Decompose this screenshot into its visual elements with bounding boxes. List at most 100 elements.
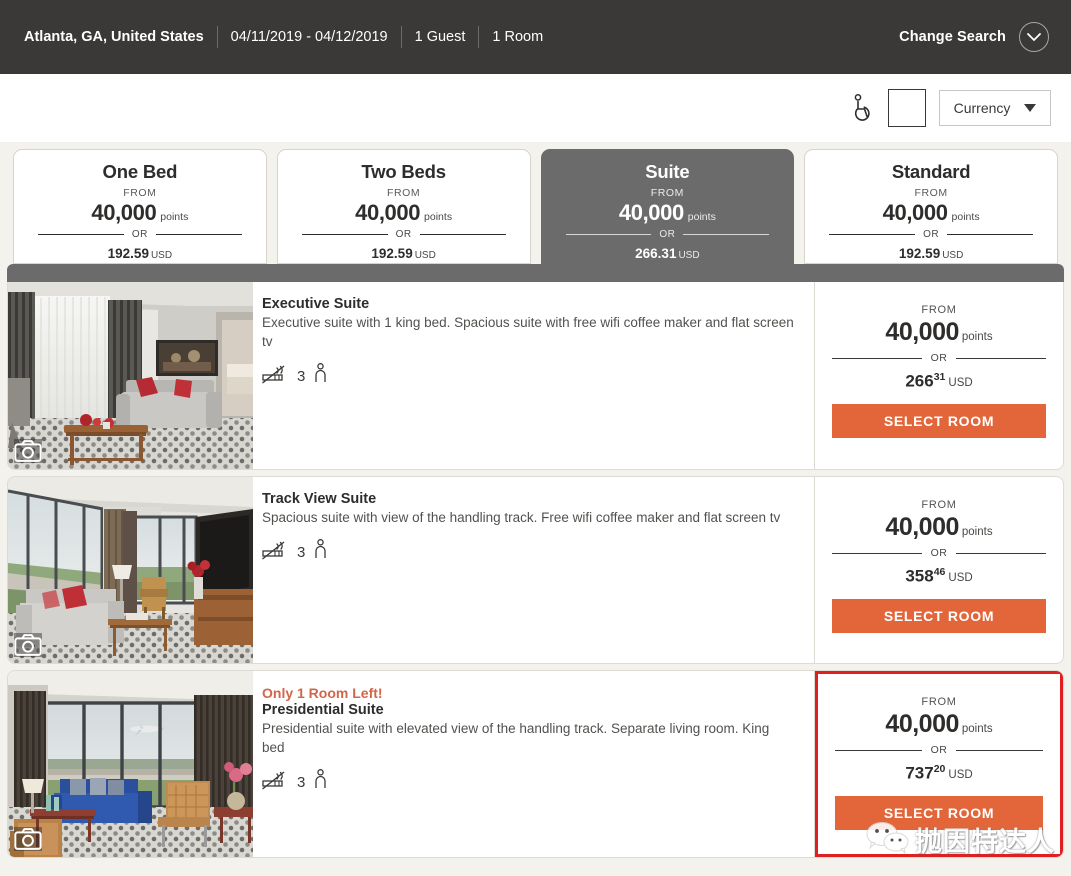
- change-search-button[interactable]: Change Search: [899, 29, 1006, 45]
- occupancy-count: 3: [297, 544, 306, 561]
- search-summary-fields: Atlanta, GA, United States 04/11/2019 - …: [24, 26, 899, 48]
- person-icon: [314, 363, 327, 390]
- tab-from-label: FROM: [650, 187, 685, 199]
- room-details: Only 1 Room Left! Presidential Suite Pre…: [253, 671, 815, 857]
- wheelchair-accessible-icon[interactable]: [847, 92, 875, 124]
- divider-line: [832, 357, 922, 359]
- price-currency: USD: [948, 572, 973, 585]
- tab-points: 40,000 points: [829, 200, 1033, 226]
- tab-from-label: FROM: [914, 187, 948, 199]
- price-or-divider: OR: [835, 744, 1043, 756]
- tab-title: One Bed: [102, 161, 178, 182]
- select-room-button[interactable]: SELECT ROOM: [832, 404, 1046, 439]
- caret-down-icon: [1024, 104, 1037, 112]
- tab-price-value: 192.59: [107, 246, 149, 261]
- tab-one-bed[interactable]: One Bed FROM 40,000 points OR 192.59 USD: [13, 149, 267, 264]
- divider-line: [155, 234, 242, 235]
- price-cents: 20: [933, 763, 946, 775]
- tab-cash-price: 266.31 USD: [566, 245, 770, 263]
- camera-icon[interactable]: [14, 633, 42, 657]
- tab-price-value: 192.59: [898, 246, 941, 261]
- price-points-value: 40,000: [885, 318, 959, 346]
- price-cents: 31: [933, 371, 946, 383]
- room-photo[interactable]: [8, 282, 253, 469]
- divider-line: [829, 234, 916, 235]
- or-label: OR: [395, 229, 412, 240]
- availability-warning: Only 1 Room Left!: [262, 685, 383, 701]
- room-description: Spacious suite with view of the handling…: [262, 510, 781, 525]
- room-description: Presidential suite with elevated view of…: [262, 721, 770, 755]
- search-guests: 1 Guest: [414, 28, 466, 45]
- room-list: Executive Suite Executive suite with 1 k…: [0, 282, 1071, 858]
- tab-two-beds[interactable]: Two Beds FROM 40,000 points OR 192.59 USD: [276, 149, 531, 264]
- divider-line: [956, 749, 1043, 751]
- select-room-button[interactable]: SELECT ROOM: [835, 796, 1043, 831]
- tab-from-label: FROM: [123, 187, 157, 199]
- tab-points-value: 40,000: [882, 200, 948, 225]
- or-label: OR: [923, 229, 940, 240]
- price-points: 40,000 points: [832, 513, 1046, 542]
- currency-label: Currency: [953, 100, 1011, 116]
- tab-points-value: 40,000: [91, 200, 157, 225]
- or-label: OR: [930, 744, 948, 756]
- divider-line: [419, 234, 506, 235]
- tab-or-divider: OR: [38, 229, 242, 240]
- room-photo[interactable]: [8, 671, 253, 857]
- change-search-group[interactable]: Change Search: [899, 22, 1049, 52]
- price-currency: USD: [948, 769, 973, 782]
- price-from-label: FROM: [921, 696, 957, 708]
- divider-line: [38, 234, 124, 235]
- tab-title: Standard: [891, 161, 971, 182]
- tab-price-currency: USD: [150, 250, 173, 261]
- accessibility-checkbox[interactable]: [888, 89, 926, 127]
- search-rooms: 1 Room: [492, 28, 544, 45]
- price-from-label: FROM: [921, 304, 957, 316]
- or-label: OR: [131, 229, 148, 240]
- no-smoking-icon: [262, 770, 288, 795]
- camera-icon[interactable]: [14, 827, 42, 851]
- tab-points: 40,000 points: [566, 200, 770, 226]
- select-room-button[interactable]: SELECT ROOM: [832, 599, 1046, 634]
- camera-icon[interactable]: [14, 439, 42, 463]
- room-price-panel: FROM 40,000 points OR 26631USD SELECT ROO…: [815, 282, 1063, 469]
- tab-from-label: FROM: [386, 187, 421, 199]
- tab-price-currency: USD: [942, 250, 964, 261]
- no-smoking-icon: [262, 540, 288, 565]
- search-summary-bar: Atlanta, GA, United States 04/11/2019 - …: [0, 0, 1071, 74]
- tab-points-value: 40,000: [618, 200, 684, 225]
- price-points-value: 40,000: [885, 513, 959, 541]
- tab-standard[interactable]: Standard FROM 40,000 points OR 192.59 USD: [804, 149, 1058, 264]
- tab-suite[interactable]: Suite FROM 40,000 points OR 266.31 USD: [540, 149, 795, 264]
- active-tab-connector: [7, 264, 1064, 282]
- room-price-panel-highlighted: FROM 40,000 points OR 73720USD SELECT ROO…: [815, 671, 1063, 857]
- tab-or-divider: OR: [829, 229, 1033, 240]
- price-from-label: FROM: [921, 499, 957, 511]
- room-amenities: 3: [262, 539, 794, 566]
- room-card-presidential-suite: Only 1 Room Left! Presidential Suite Pre…: [7, 670, 1064, 858]
- price-cents: 46: [933, 566, 946, 578]
- divider-line: [947, 234, 1033, 235]
- price-cash: 73720USD: [835, 763, 1043, 783]
- tab-cash-price: 192.59 USD: [302, 245, 506, 263]
- price-or-divider: OR: [832, 352, 1046, 364]
- or-label: OR: [930, 547, 948, 559]
- room-photo[interactable]: [8, 477, 253, 663]
- or-label: OR: [930, 352, 948, 364]
- tab-points-unit: points: [424, 211, 453, 223]
- room-description: Executive suite with 1 king bed. Spaciou…: [262, 315, 794, 349]
- price-currency: USD: [948, 377, 973, 390]
- chevron-down-icon[interactable]: [1019, 22, 1049, 52]
- room-card-track-view-suite: Track View Suite Spacious suite with vie…: [7, 476, 1064, 664]
- currency-selector[interactable]: Currency: [939, 90, 1051, 126]
- tab-price-value: 192.59: [371, 246, 413, 261]
- tab-price-currency: USD: [414, 250, 436, 261]
- tab-points-unit: points: [687, 211, 716, 223]
- tab-points-unit: points: [160, 211, 189, 223]
- room-card-executive-suite: Executive Suite Executive suite with 1 k…: [7, 282, 1064, 470]
- room-price-panel: FROM 40,000 points OR 35846USD SELECT ROO…: [815, 477, 1063, 663]
- search-dates: 04/11/2019 - 04/12/2019: [230, 28, 388, 45]
- price-points-unit: points: [961, 526, 993, 538]
- price-or-divider: OR: [832, 547, 1046, 559]
- price-whole: 737: [905, 763, 934, 783]
- tab-points: 40,000 points: [38, 200, 242, 226]
